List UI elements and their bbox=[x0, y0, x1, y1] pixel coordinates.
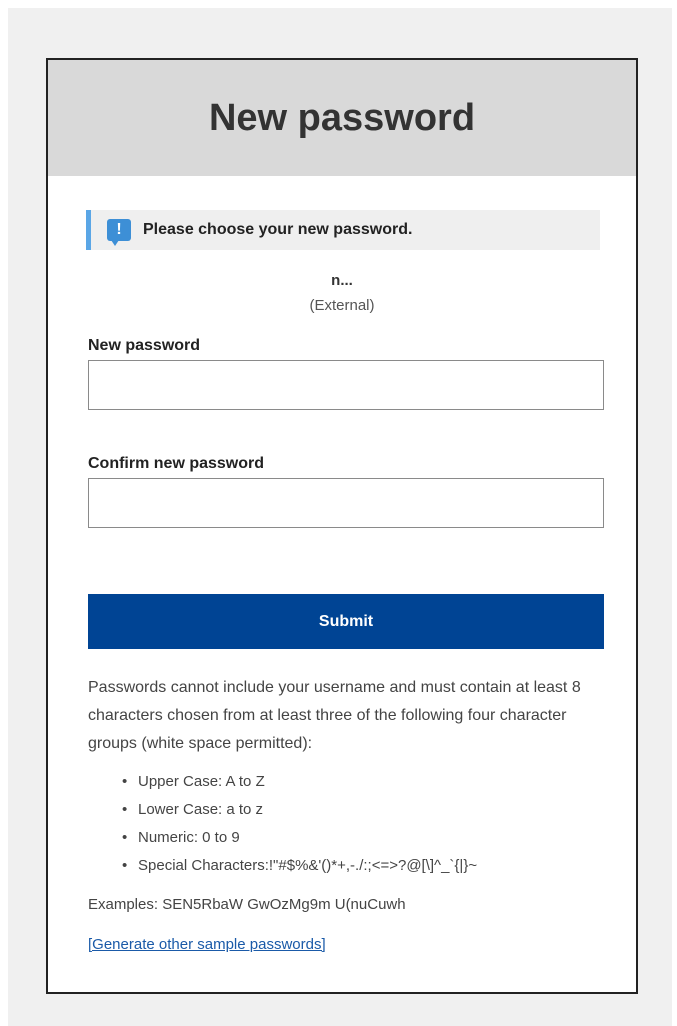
submit-button[interactable]: Submit bbox=[88, 594, 604, 649]
generate-passwords-link[interactable]: [Generate other sample passwords] bbox=[88, 936, 326, 953]
password-rules-text: Passwords cannot include your username a… bbox=[88, 679, 581, 752]
user-name: n... bbox=[331, 272, 353, 289]
user-type: (External) bbox=[309, 297, 375, 314]
new-password-label: New password bbox=[88, 337, 201, 354]
password-rules-list: Upper Case: A to Z Lower Case: a to z Nu… bbox=[122, 768, 477, 880]
rule-item-special: Special Characters:!"#$%&'()*+,-./:;<=>?… bbox=[122, 852, 477, 880]
page-title: New password bbox=[208, 96, 476, 139]
password-card: New password ! Please choose your new pa… bbox=[46, 58, 638, 994]
confirm-password-label: Confirm new password bbox=[88, 455, 265, 472]
new-password-input[interactable] bbox=[88, 360, 604, 410]
info-speech-icon: ! bbox=[107, 219, 131, 246]
notice-text: Please choose your new password. bbox=[143, 221, 413, 238]
card-header: New password bbox=[48, 60, 636, 176]
rule-item-numeric: Numeric: 0 to 9 bbox=[122, 824, 477, 852]
confirm-password-input[interactable] bbox=[88, 478, 604, 528]
info-notice: ! Please choose your new password. bbox=[86, 210, 600, 250]
example-passwords: Examples: SEN5RbaW GwOzMg9m U(nuCuwh bbox=[88, 896, 406, 913]
rule-item-uppercase: Upper Case: A to Z bbox=[122, 768, 477, 796]
rule-item-lowercase: Lower Case: a to z bbox=[122, 796, 477, 824]
